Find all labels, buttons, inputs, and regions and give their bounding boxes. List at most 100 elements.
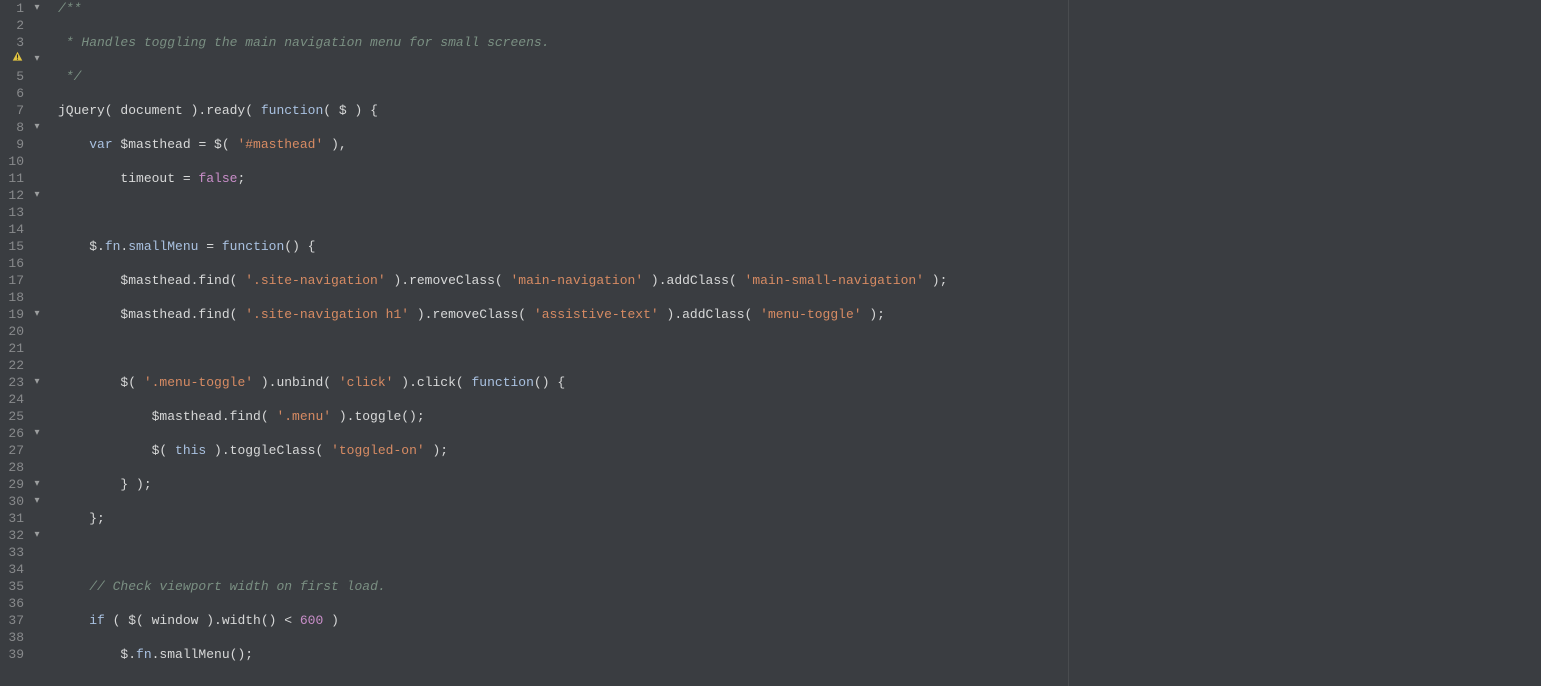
line-number[interactable]: 22 bbox=[0, 357, 24, 374]
line-number[interactable]: 3 bbox=[0, 34, 24, 51]
fold-gutter-cell bbox=[30, 136, 44, 153]
line-number[interactable]: 24 bbox=[0, 391, 24, 408]
line-number[interactable]: 31 bbox=[0, 510, 24, 527]
fold-toggle-icon[interactable] bbox=[30, 425, 44, 442]
line-number[interactable]: 35 bbox=[0, 578, 24, 595]
code-line[interactable]: if ( $( window ).width() < 600 ) bbox=[58, 612, 1541, 629]
line-number[interactable]: 1 bbox=[0, 0, 24, 17]
line-number[interactable]: 6 bbox=[0, 85, 24, 102]
line-number[interactable]: 32 bbox=[0, 527, 24, 544]
fold-gutter-cell bbox=[30, 34, 44, 51]
fold-gutter-cell bbox=[30, 272, 44, 289]
fold-gutter-cell bbox=[30, 357, 44, 374]
code-line[interactable]: } ); bbox=[58, 476, 1541, 493]
code-line[interactable] bbox=[58, 544, 1541, 561]
fold-gutter-cell bbox=[30, 102, 44, 119]
fold-toggle-icon[interactable] bbox=[30, 527, 44, 544]
line-number-gutter[interactable]: 1235678910111213141516171819202122232425… bbox=[0, 0, 30, 686]
line-number[interactable]: 23 bbox=[0, 374, 24, 391]
line-number[interactable]: 20 bbox=[0, 323, 24, 340]
line-number[interactable]: 19 bbox=[0, 306, 24, 323]
code-line[interactable]: * Handles toggling the main navigation m… bbox=[58, 34, 1541, 51]
line-number[interactable]: 34 bbox=[0, 561, 24, 578]
code-editor[interactable]: 1235678910111213141516171819202122232425… bbox=[0, 0, 1541, 686]
fold-gutter-cell bbox=[30, 544, 44, 561]
line-number[interactable]: 13 bbox=[0, 204, 24, 221]
line-number[interactable]: 8 bbox=[0, 119, 24, 136]
fold-gutter-cell bbox=[30, 578, 44, 595]
code-line[interactable]: $.fn.smallMenu(); bbox=[58, 646, 1541, 663]
code-line[interactable]: */ bbox=[58, 68, 1541, 85]
code-line[interactable]: timeout = false; bbox=[58, 170, 1541, 187]
line-number[interactable]: 29 bbox=[0, 476, 24, 493]
line-number[interactable]: 36 bbox=[0, 595, 24, 612]
code-line[interactable]: $masthead.find( '.site-navigation h1' ).… bbox=[58, 306, 1541, 323]
fold-gutter-cell bbox=[30, 85, 44, 102]
line-number[interactable]: 21 bbox=[0, 340, 24, 357]
fold-gutter-cell bbox=[30, 323, 44, 340]
fold-gutter-cell bbox=[30, 391, 44, 408]
line-number[interactable]: 27 bbox=[0, 442, 24, 459]
line-number[interactable]: 25 bbox=[0, 408, 24, 425]
line-number[interactable]: 10 bbox=[0, 153, 24, 170]
fold-toggle-icon[interactable] bbox=[30, 476, 44, 493]
fold-toggle-icon[interactable] bbox=[30, 0, 44, 17]
code-line[interactable]: $masthead.find( '.site-navigation' ).rem… bbox=[58, 272, 1541, 289]
line-number[interactable]: 39 bbox=[0, 646, 24, 663]
code-line[interactable]: $.fn.smallMenu = function() { bbox=[58, 238, 1541, 255]
warning-icon bbox=[12, 51, 24, 62]
code-line[interactable] bbox=[58, 204, 1541, 221]
fold-gutter-cell bbox=[30, 629, 44, 646]
fold-toggle-icon[interactable] bbox=[30, 306, 44, 323]
line-number[interactable]: 30 bbox=[0, 493, 24, 510]
fold-toggle-icon[interactable] bbox=[30, 187, 44, 204]
fold-toggle-icon[interactable] bbox=[30, 374, 44, 391]
code-line[interactable]: $masthead.find( '.menu' ).toggle(); bbox=[58, 408, 1541, 425]
line-number[interactable]: 11 bbox=[0, 170, 24, 187]
code-area[interactable]: /** * Handles toggling the main navigati… bbox=[44, 0, 1541, 686]
code-line[interactable]: }; bbox=[58, 510, 1541, 527]
fold-toggle-icon[interactable] bbox=[30, 51, 44, 68]
fold-gutter-cell bbox=[30, 459, 44, 476]
line-number[interactable]: 37 bbox=[0, 612, 24, 629]
code-line[interactable] bbox=[58, 340, 1541, 357]
line-number[interactable]: 38 bbox=[0, 629, 24, 646]
line-number[interactable]: 15 bbox=[0, 238, 24, 255]
line-number[interactable]: 7 bbox=[0, 102, 24, 119]
fold-gutter-cell bbox=[30, 153, 44, 170]
code-line[interactable]: $( this ).toggleClass( 'toggled-on' ); bbox=[58, 442, 1541, 459]
code-line[interactable] bbox=[58, 680, 1541, 686]
fold-gutter-cell bbox=[30, 595, 44, 612]
code-line[interactable]: jQuery( document ).ready( function( $ ) … bbox=[58, 102, 1541, 119]
line-number[interactable]: 2 bbox=[0, 17, 24, 34]
fold-toggle-icon[interactable] bbox=[30, 119, 44, 136]
line-number[interactable]: 18 bbox=[0, 289, 24, 306]
fold-gutter-cell bbox=[30, 68, 44, 85]
line-number[interactable] bbox=[0, 51, 24, 68]
line-number[interactable]: 33 bbox=[0, 544, 24, 561]
fold-gutter-cell bbox=[30, 255, 44, 272]
line-number[interactable]: 26 bbox=[0, 425, 24, 442]
code-line[interactable]: /** bbox=[58, 0, 1541, 17]
fold-gutter-cell bbox=[30, 221, 44, 238]
fold-toggle-icon[interactable] bbox=[30, 493, 44, 510]
fold-gutter-cell bbox=[30, 204, 44, 221]
line-number[interactable]: 28 bbox=[0, 459, 24, 476]
line-number[interactable]: 12 bbox=[0, 187, 24, 204]
line-number[interactable]: 16 bbox=[0, 255, 24, 272]
line-number[interactable]: 9 bbox=[0, 136, 24, 153]
fold-gutter[interactable] bbox=[30, 0, 44, 686]
fold-gutter-cell bbox=[30, 561, 44, 578]
fold-gutter-cell bbox=[30, 408, 44, 425]
code-line[interactable]: var $masthead = $( '#masthead' ), bbox=[58, 136, 1541, 153]
line-number[interactable]: 17 bbox=[0, 272, 24, 289]
line-number[interactable]: 14 bbox=[0, 221, 24, 238]
line-number[interactable]: 5 bbox=[0, 68, 24, 85]
fold-gutter-cell bbox=[30, 17, 44, 34]
fold-gutter-cell bbox=[30, 510, 44, 527]
fold-gutter-cell bbox=[30, 289, 44, 306]
code-line[interactable]: // Check viewport width on first load. bbox=[58, 578, 1541, 595]
code-line[interactable]: $( '.menu-toggle' ).unbind( 'click' ).cl… bbox=[58, 374, 1541, 391]
fold-gutter-cell bbox=[30, 442, 44, 459]
code-content[interactable]: /** * Handles toggling the main navigati… bbox=[44, 0, 1541, 686]
